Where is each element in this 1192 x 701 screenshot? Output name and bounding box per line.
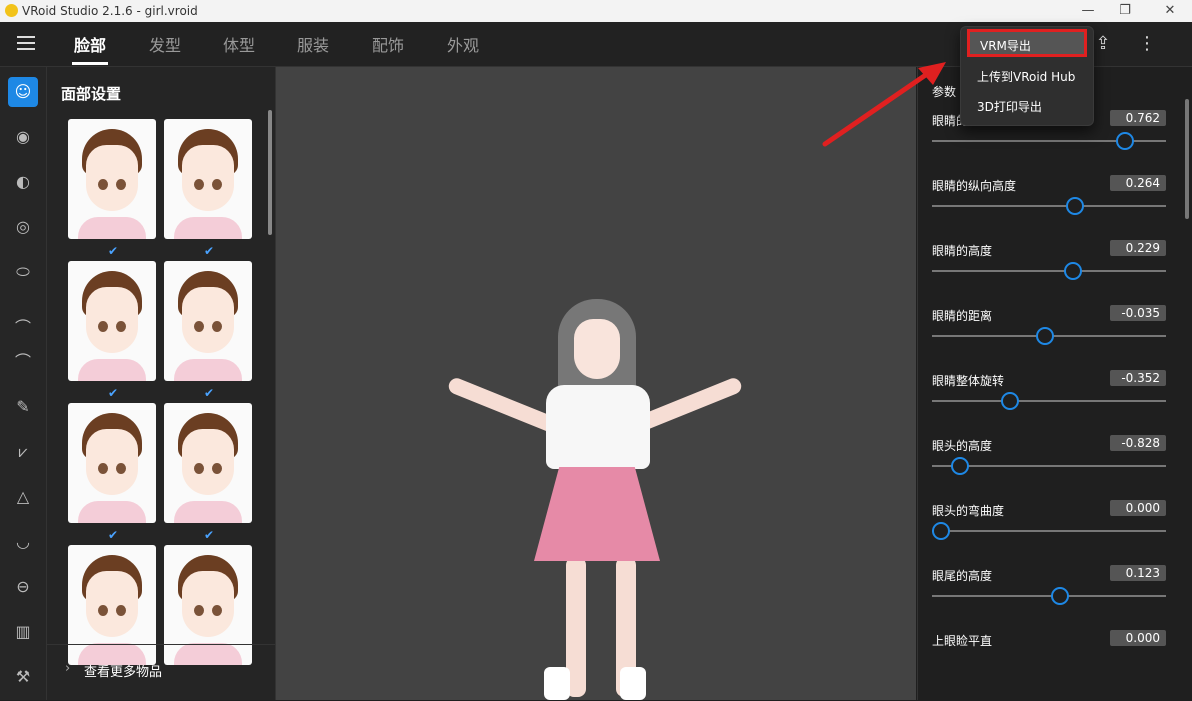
param-slider[interactable] xyxy=(932,530,1166,532)
lip-icon[interactable]: ⊖ xyxy=(8,572,38,602)
param-value[interactable]: 0.762 xyxy=(1110,110,1166,126)
character-face xyxy=(574,319,620,379)
preset-panel: 面部设置 ✔ ✔ ✔ ✔ ✔ ✔ › 查看更多物品 xyxy=(47,67,276,700)
param-value[interactable]: 0.264 xyxy=(1110,175,1166,191)
body-icon[interactable]: ▥ xyxy=(8,617,38,647)
param-value[interactable]: 0.123 xyxy=(1110,565,1166,581)
more-options-icon[interactable]: ⋮ xyxy=(1135,32,1159,56)
slider-knob[interactable] xyxy=(1065,197,1084,215)
preset-thumbnail[interactable] xyxy=(164,261,252,381)
check-icon: ✔ xyxy=(204,386,215,400)
param-slider[interactable] xyxy=(932,205,1166,207)
window-title: VRoid Studio 2.1.6 - girl.vroid xyxy=(22,4,198,18)
tool-icon[interactable]: ⚒ xyxy=(8,662,38,692)
param-label: 眼睛的高度 xyxy=(932,244,993,258)
param-value[interactable]: -0.352 xyxy=(1110,370,1166,386)
tab-outfit[interactable]: 服装 xyxy=(297,32,329,56)
panel-title: 面部设置 xyxy=(61,85,122,103)
character-sock xyxy=(544,667,570,700)
param-label: 眼睛整体旋转 xyxy=(932,374,1005,388)
preset-thumbnail[interactable] xyxy=(164,119,252,239)
eyebrow-icon[interactable]: ︵ xyxy=(8,302,38,332)
export-icon[interactable]: ⇪ xyxy=(1091,32,1115,56)
view-more-items[interactable]: › 查看更多物品 xyxy=(47,644,275,701)
active-tab-indicator xyxy=(72,62,108,65)
slider-knob[interactable] xyxy=(1115,132,1134,150)
preset-thumbnail[interactable] xyxy=(68,403,156,523)
tab-face[interactable]: 脸部 xyxy=(74,32,106,56)
character-skirt xyxy=(534,467,660,561)
tab-appearance[interactable]: 外观 xyxy=(447,32,479,56)
tab-body[interactable]: 体型 xyxy=(223,32,255,56)
minimize-button[interactable]: — xyxy=(1073,2,1103,20)
param-value[interactable]: 0.000 xyxy=(1110,630,1166,646)
check-icon: ✔ xyxy=(204,528,215,542)
eyelid-icon[interactable]: ⬭ xyxy=(8,257,38,287)
preset-thumbnail[interactable] xyxy=(68,261,156,381)
slider-knob[interactable] xyxy=(951,457,970,475)
check-icon: ✔ xyxy=(108,244,119,258)
face-icon[interactable]: ☺ xyxy=(8,77,38,107)
param-label: 眼睛的距离 xyxy=(932,309,993,323)
param-label: 上眼睑平直 xyxy=(932,634,993,648)
mouth-icon[interactable]: ◡ xyxy=(8,527,38,557)
param-slider[interactable] xyxy=(932,595,1166,597)
view-more-label: 查看更多物品 xyxy=(84,665,163,680)
param-value[interactable]: 0.000 xyxy=(1110,500,1166,516)
slider-knob[interactable] xyxy=(1063,262,1082,280)
eyeliner-icon[interactable]: ✎ xyxy=(8,392,38,422)
eye-icon[interactable]: ◉ xyxy=(8,122,38,152)
tab-hair[interactable]: 发型 xyxy=(149,32,181,56)
param-label: 眼尾的高度 xyxy=(932,569,993,583)
slider-knob[interactable] xyxy=(932,522,950,540)
parameter-scrollbar[interactable] xyxy=(1185,99,1189,219)
eye-white-icon[interactable]: ◎ xyxy=(8,212,38,242)
hamburger-menu-icon[interactable] xyxy=(17,36,35,50)
param-label: 眼睛的纵向高度 xyxy=(932,179,1017,193)
check-icon: ✔ xyxy=(108,528,119,542)
annotation-arrow xyxy=(822,62,946,147)
close-button[interactable]: ✕ xyxy=(1155,2,1185,20)
slider-knob[interactable] xyxy=(1035,327,1054,345)
param-value[interactable]: -0.828 xyxy=(1110,435,1166,451)
param-slider[interactable] xyxy=(932,400,1166,402)
app-logo-icon xyxy=(5,4,18,17)
panel-scrollbar[interactable] xyxy=(268,110,272,235)
preset-thumbnail[interactable] xyxy=(68,119,156,239)
slider-knob[interactable] xyxy=(1050,587,1069,605)
maximize-button[interactable]: ❐ xyxy=(1110,2,1140,20)
menu-item-upload-vroid-hub[interactable]: 上传到VRoid Hub xyxy=(967,63,1087,91)
menu-item-3d-print-export[interactable]: 3D打印导出 xyxy=(967,93,1087,121)
character-shirt xyxy=(546,385,650,469)
eyelash-icon[interactable]: ⌒ xyxy=(8,347,38,377)
chevron-right-icon: › xyxy=(65,661,71,676)
preset-thumbnail[interactable] xyxy=(164,403,252,523)
parameter-panel: 参数 眼睛的 0.762 眼睛的纵向高度 0.264 眼睛的高度 0.229 眼… xyxy=(917,67,1192,700)
export-dropdown-menu: VRM导出 上传到VRoid Hub 3D打印导出 xyxy=(960,26,1094,126)
tab-accessories[interactable]: 配饰 xyxy=(372,32,404,56)
model-viewport[interactable] xyxy=(276,67,916,700)
check-icon: ✔ xyxy=(204,244,215,258)
check-icon: ✔ xyxy=(108,386,119,400)
title-bar: VRoid Studio 2.1.6 - girl.vroid — ❐ ✕ xyxy=(0,0,1192,22)
iris-icon[interactable]: ◐ xyxy=(8,167,38,197)
nose-icon[interactable]: △ xyxy=(8,482,38,512)
lower-eyelash-icon[interactable]: ⩗ xyxy=(8,437,38,467)
param-label: 眼头的弯曲度 xyxy=(932,504,1005,518)
param-slider[interactable] xyxy=(932,270,1166,272)
param-label: 眼头的高度 xyxy=(932,439,993,453)
category-rail: ☺ ◉ ◐ ◎ ⬭ ︵ ⌒ ✎ ⩗ △ ◡ ⊖ ▥ ⚒ xyxy=(0,67,47,700)
param-value[interactable]: 0.229 xyxy=(1110,240,1166,256)
menu-item-vrm-export[interactable]: VRM导出 xyxy=(967,29,1087,57)
param-value[interactable]: -0.035 xyxy=(1110,305,1166,321)
slider-knob[interactable] xyxy=(1001,392,1020,410)
character-sock xyxy=(620,667,646,700)
